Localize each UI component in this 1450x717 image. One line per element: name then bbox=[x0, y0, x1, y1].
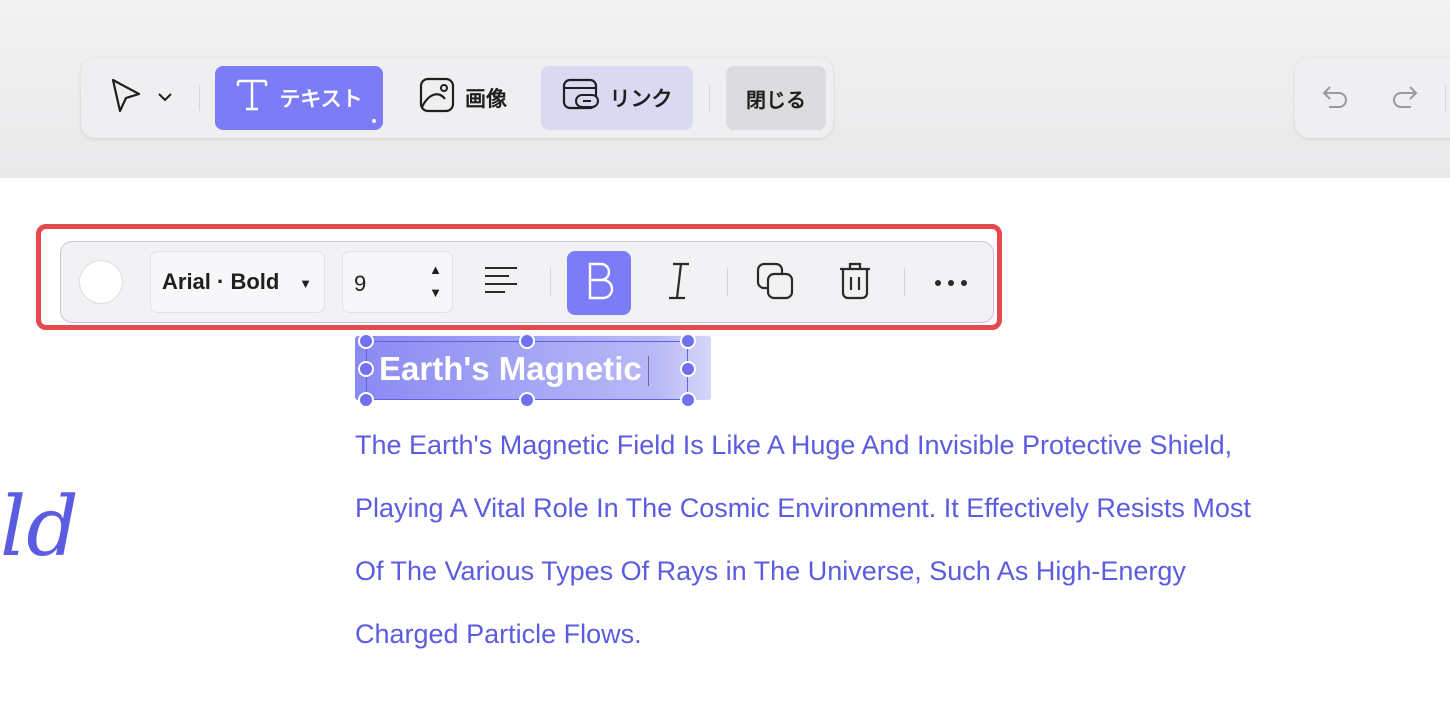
text-tool-label: テキスト bbox=[279, 88, 363, 111]
paragraph-line: Playing A Vital Role In The Cosmic Envir… bbox=[355, 493, 1251, 523]
text-color-swatch[interactable] bbox=[79, 260, 123, 304]
font-family-select[interactable]: Arial · Bold ▼ bbox=[150, 251, 325, 313]
link-tool-label: リンク bbox=[609, 88, 673, 111]
format-divider bbox=[550, 268, 551, 296]
resize-handle[interactable] bbox=[358, 361, 374, 377]
main-toolbar: テキスト 画像 リンク 閉じる bbox=[81, 58, 833, 138]
font-size-value: 9 bbox=[354, 271, 367, 296]
chevron-down-icon[interactable] bbox=[157, 89, 173, 107]
link-icon bbox=[562, 77, 600, 119]
cursor-arrow-icon bbox=[109, 77, 143, 120]
text-tool-button[interactable]: テキスト bbox=[215, 66, 383, 130]
toolbar-divider bbox=[709, 85, 710, 111]
font-size-stepper[interactable]: 9 ▲ ▼ bbox=[342, 251, 453, 313]
toolbar-divider bbox=[1445, 85, 1446, 111]
toolbar-divider bbox=[199, 85, 200, 111]
left-heading-fragment: ld bbox=[0, 480, 79, 575]
undo-button[interactable] bbox=[1315, 78, 1355, 118]
close-label: 閉じる bbox=[746, 89, 806, 112]
redo-button[interactable] bbox=[1385, 78, 1425, 118]
top-bar: テキスト 画像 リンク 閉じる bbox=[0, 0, 1450, 178]
format-divider bbox=[727, 268, 728, 296]
history-toolbar bbox=[1295, 58, 1450, 138]
text-t-icon bbox=[235, 77, 269, 119]
caret-down-icon: ▼ bbox=[299, 276, 312, 291]
align-left-icon bbox=[483, 264, 519, 303]
resize-handle[interactable] bbox=[519, 392, 535, 408]
redo-icon bbox=[1391, 83, 1419, 114]
paragraph-line: The Earth's Magnetic Field Is Like A Hug… bbox=[355, 430, 1233, 460]
resize-handle[interactable] bbox=[519, 333, 535, 349]
trash-icon bbox=[838, 261, 872, 306]
link-tool-button[interactable]: リンク bbox=[541, 66, 693, 130]
align-button[interactable] bbox=[469, 251, 533, 315]
select-tool-button[interactable] bbox=[101, 78, 181, 118]
font-family-value: Arial · Bold bbox=[162, 269, 280, 294]
bold-button[interactable] bbox=[567, 251, 631, 315]
resize-handle[interactable] bbox=[680, 392, 696, 408]
format-toolbar: Arial · Bold ▼ 9 ▲ ▼ bbox=[60, 241, 994, 323]
image-tool-button[interactable]: 画像 bbox=[403, 66, 523, 130]
image-icon bbox=[419, 77, 455, 119]
submenu-dot bbox=[372, 119, 376, 123]
text-cursor bbox=[648, 356, 649, 386]
resize-handle[interactable] bbox=[358, 392, 374, 408]
delete-button[interactable] bbox=[823, 251, 887, 315]
paragraph-line: Charged Particle Flows. bbox=[355, 619, 642, 649]
italic-icon bbox=[665, 261, 693, 306]
format-divider bbox=[904, 268, 905, 296]
more-button[interactable] bbox=[919, 251, 983, 315]
duplicate-icon bbox=[756, 262, 794, 305]
more-horizontal-icon bbox=[934, 274, 968, 292]
image-tool-label: 画像 bbox=[465, 88, 507, 111]
stepper-up-icon[interactable]: ▲ bbox=[429, 262, 442, 277]
duplicate-button[interactable] bbox=[743, 251, 807, 315]
selected-heading-text[interactable]: Earth's Magnetic bbox=[379, 350, 642, 388]
italic-button[interactable] bbox=[647, 251, 711, 315]
resize-handle[interactable] bbox=[680, 361, 696, 377]
paragraph-line: Of The Various Types Of Rays in The Univ… bbox=[355, 556, 1186, 586]
undo-icon bbox=[1321, 83, 1349, 114]
stepper-down-icon[interactable]: ▼ bbox=[429, 285, 442, 300]
bold-icon bbox=[584, 261, 614, 306]
close-button[interactable]: 閉じる bbox=[726, 66, 826, 130]
resize-handle[interactable] bbox=[358, 333, 374, 349]
resize-handle[interactable] bbox=[680, 333, 696, 349]
